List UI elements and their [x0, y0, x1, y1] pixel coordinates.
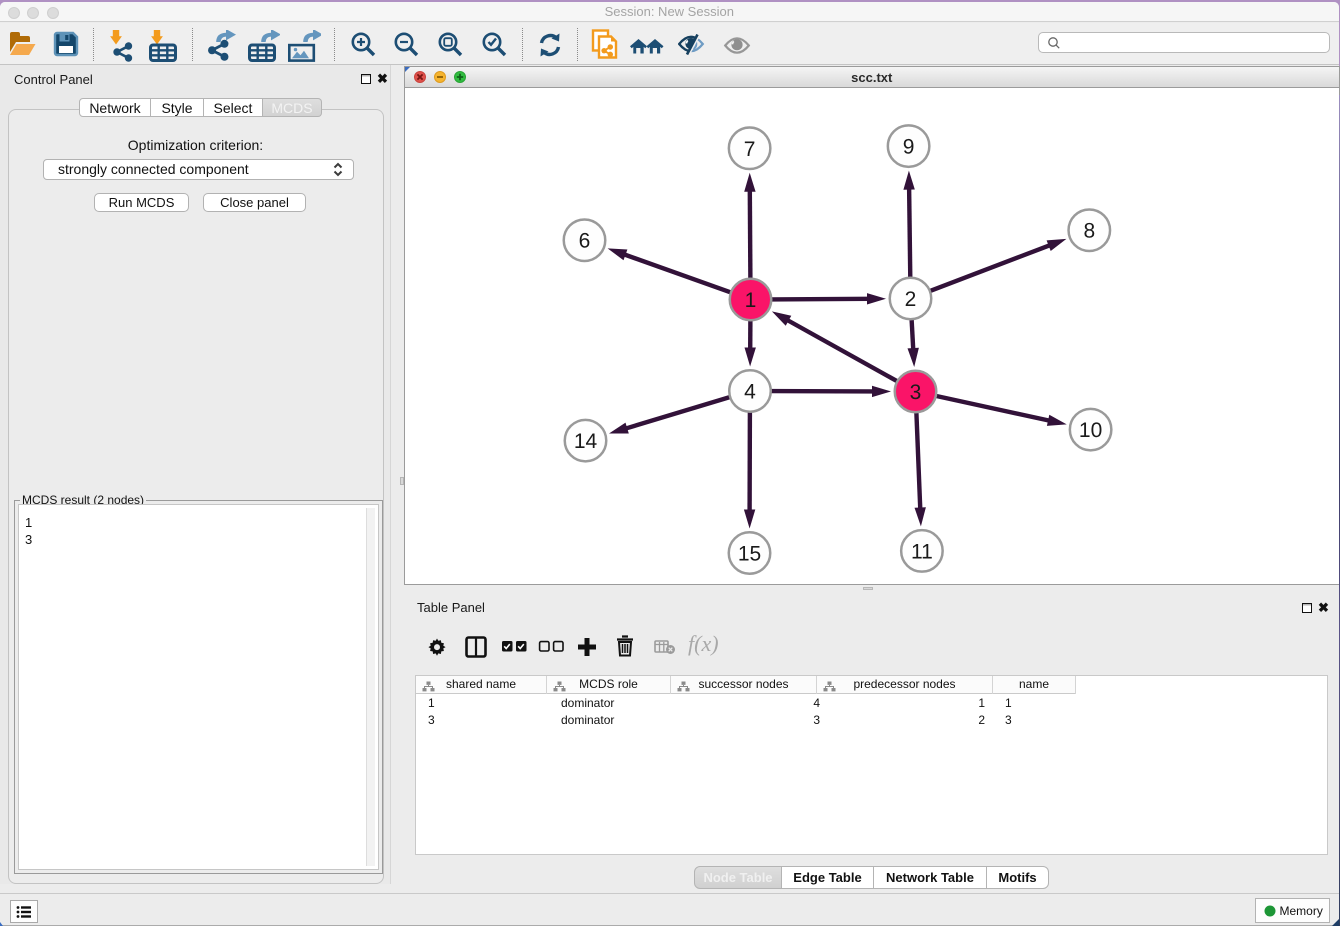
svg-text:3: 3: [910, 381, 922, 404]
svg-text:11: 11: [911, 540, 933, 563]
svg-text:15: 15: [738, 542, 761, 565]
svg-text:14: 14: [574, 430, 598, 453]
svg-text:4: 4: [744, 380, 756, 403]
svg-text:10: 10: [1079, 419, 1102, 442]
svg-text:2: 2: [905, 288, 917, 311]
svg-text:9: 9: [903, 135, 915, 158]
svg-text:6: 6: [579, 229, 591, 252]
svg-text:8: 8: [1083, 219, 1095, 242]
svg-text:1: 1: [745, 289, 757, 312]
svg-text:7: 7: [744, 137, 756, 160]
